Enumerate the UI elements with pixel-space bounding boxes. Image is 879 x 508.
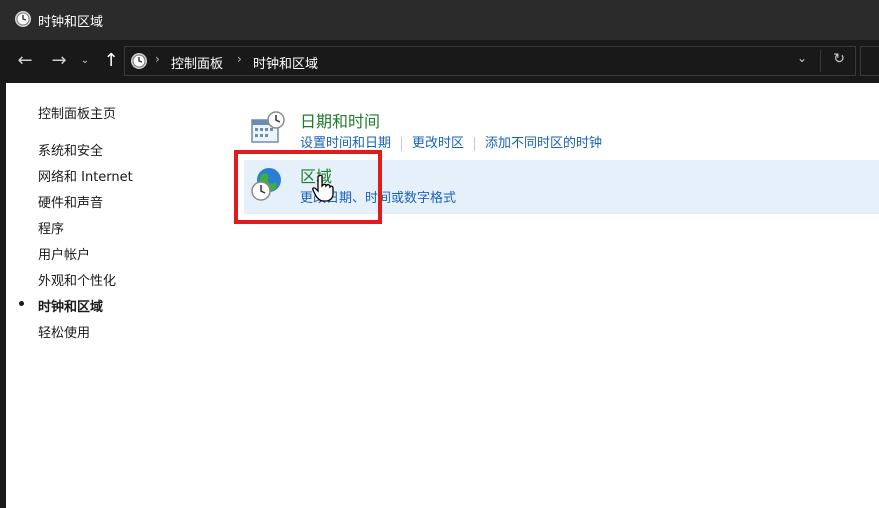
navigation-bar: ← → ⌄ ↑ › 控制面板 › 时钟和区域 ⌄ ↻: [0, 40, 879, 83]
breadcrumb-control-panel[interactable]: 控制面板: [171, 53, 223, 72]
sidebar-item-system-security[interactable]: 系统和安全: [38, 140, 133, 166]
breadcrumb-clock-region[interactable]: 时钟和区域: [253, 53, 318, 72]
sidebar-item-programs[interactable]: 程序: [38, 218, 133, 244]
sidebar-item-user-accounts[interactable]: 用户帐户: [38, 244, 133, 270]
search-box[interactable]: [860, 46, 879, 76]
recent-locations-chevron-icon[interactable]: ⌄: [78, 48, 92, 74]
control-panel-location-icon: [131, 53, 147, 69]
sidebar: 控制面板主页 系统和安全 网络和 Internet 硬件和声音 程序 用户帐户 …: [6, 83, 206, 508]
sidebar-item-network-internet[interactable]: 网络和 Internet: [38, 166, 133, 192]
up-arrow-icon[interactable]: ↑: [98, 48, 124, 74]
refresh-icon[interactable]: ↻: [833, 51, 845, 67]
address-bar[interactable]: › 控制面板 › 时钟和区域 ⌄ ↻: [124, 46, 856, 76]
link-divider: [474, 136, 476, 151]
clock-region-app-icon: [15, 11, 31, 27]
hand-pointer-cursor-icon: [312, 174, 334, 202]
window-title: 时钟和区域: [38, 15, 104, 30]
link-divider: [401, 136, 403, 151]
change-timezone-link[interactable]: 更改时区: [412, 132, 464, 151]
sidebar-list: 系统和安全 网络和 Internet 硬件和声音 程序 用户帐户 外观和个性化 …: [38, 140, 133, 348]
sidebar-item-clock-region[interactable]: 时钟和区域: [38, 296, 133, 322]
sidebar-item-ease-of-access[interactable]: 轻松使用: [38, 322, 133, 348]
breadcrumb-separator-icon[interactable]: ›: [155, 52, 160, 66]
sidebar-home-link[interactable]: 控制面板主页: [38, 103, 116, 122]
calendar-clock-icon[interactable]: [250, 110, 286, 146]
date-time-links: 设置时间和日期 更改时区 添加不同时区的时钟: [300, 132, 602, 151]
sidebar-item-hardware-sound[interactable]: 硬件和声音: [38, 192, 133, 218]
add-clocks-link[interactable]: 添加不同时区的时钟: [485, 132, 602, 151]
title-bar: 时钟和区域: [0, 0, 879, 40]
date-time-title[interactable]: 日期和时间: [300, 108, 380, 132]
active-item-bullet-icon: [19, 301, 24, 306]
back-arrow-icon[interactable]: ←: [12, 48, 38, 74]
category-date-time: 日期和时间 设置时间和日期 更改时区 添加不同时区的时钟: [244, 104, 879, 156]
sidebar-item-appearance[interactable]: 外观和个性化: [38, 270, 133, 296]
breadcrumb-separator-icon[interactable]: ›: [237, 52, 242, 66]
address-dropdown-chevron-icon[interactable]: ⌄: [797, 51, 807, 65]
forward-arrow-icon[interactable]: →: [46, 48, 72, 74]
set-time-date-link[interactable]: 设置时间和日期: [300, 132, 391, 151]
address-divider: [820, 50, 821, 72]
red-highlight-annotation: [234, 150, 382, 224]
